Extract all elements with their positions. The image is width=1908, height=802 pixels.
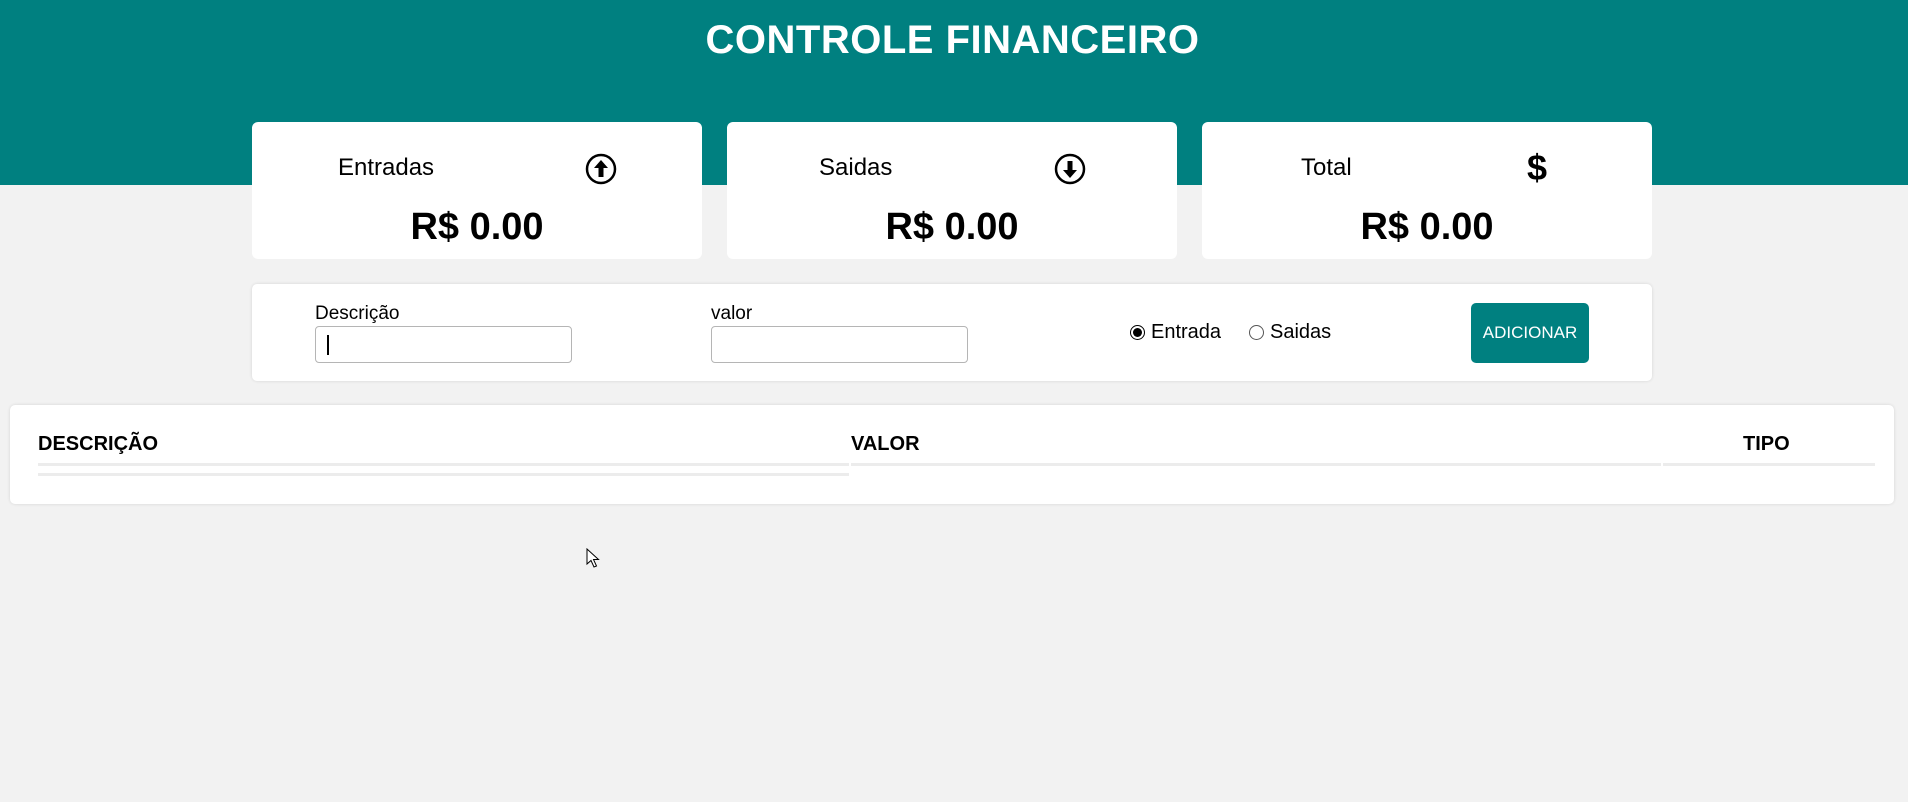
radio-saidas-label: Saidas — [1270, 321, 1332, 343]
transaction-form: Descrição valor Entrada Saidas ADICIONAR — [252, 284, 1652, 381]
empty-row-divider — [38, 473, 849, 476]
description-input[interactable] — [315, 326, 572, 363]
card-value-entradas: R$ 0.00 — [410, 206, 544, 248]
card-value-total: R$ 0.00 — [1360, 206, 1494, 248]
arrow-down-circle-icon — [1054, 153, 1086, 185]
card-label-total: Total — [1301, 154, 1352, 181]
arrow-up-circle-icon — [585, 153, 617, 185]
amount-label: valor — [711, 303, 753, 324]
header-divider — [1663, 463, 1875, 466]
radio-entrada-label: Entrada — [1151, 321, 1222, 343]
amount-input[interactable] — [711, 326, 968, 363]
card-value-saidas: R$ 0.00 — [885, 206, 1019, 248]
summary-card-entradas: Entradas R$ 0.00 — [252, 122, 702, 259]
mouse-cursor-icon — [586, 548, 600, 568]
summary-card-total: Total $ R$ 0.00 — [1202, 122, 1652, 259]
column-header-tipo: TIPO — [1743, 433, 1790, 455]
dollar-icon: $ — [1527, 147, 1548, 188]
summary-card-saidas: Saidas R$ 0.00 — [727, 122, 1177, 259]
header-divider — [851, 463, 1661, 466]
header-divider — [38, 463, 849, 466]
column-header-valor: VALOR — [851, 433, 920, 455]
page-title: CONTROLE FINANCEIRO — [705, 18, 1200, 62]
card-label-saidas: Saidas — [819, 154, 893, 181]
card-label-entradas: Entradas — [338, 154, 435, 181]
radio-entrada-circle[interactable] — [1130, 325, 1145, 340]
description-label: Descrição — [315, 303, 400, 324]
radio-entrada[interactable]: Entrada — [1130, 321, 1221, 344]
text-caret — [327, 335, 329, 355]
transactions-table: DESCRIÇÃO VALOR TIPO — [10, 405, 1894, 504]
radio-saidas[interactable]: Saidas — [1249, 321, 1331, 344]
radio-saidas-circle[interactable] — [1249, 325, 1264, 340]
column-header-descricao: DESCRIÇÃO — [38, 433, 159, 455]
add-button[interactable]: ADICIONAR — [1471, 303, 1589, 363]
